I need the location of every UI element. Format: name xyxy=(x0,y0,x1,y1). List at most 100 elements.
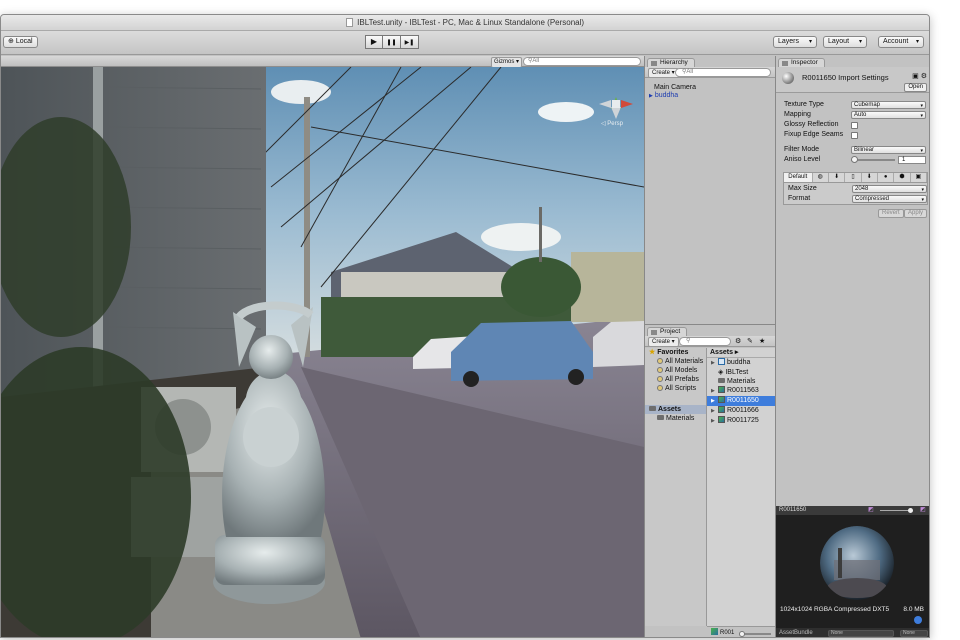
project-create-button[interactable]: Create ▾ xyxy=(648,337,679,347)
hierarchy-item-buddha[interactable]: ▶ buddha xyxy=(645,92,775,100)
chevron-down-icon: ▾ xyxy=(858,39,862,45)
revert-button[interactable]: Revert xyxy=(878,209,904,218)
hierarchy-tab-label: Hierarchy xyxy=(660,59,688,66)
icon-size-slider[interactable] xyxy=(741,633,771,635)
aniso-level-field[interactable]: 1 xyxy=(898,156,926,164)
layout-dropdown[interactable]: Layout ▾ xyxy=(823,36,867,48)
tab-android-platform[interactable]: ⬇ xyxy=(861,173,878,182)
search-icon xyxy=(657,358,663,364)
asset-item-buddha[interactable]: ▶ buddha xyxy=(707,358,776,368)
account-dropdown[interactable]: Account ▾ xyxy=(878,36,924,48)
hierarchy-search-input[interactable]: ⚲All xyxy=(675,68,771,77)
favorites-label: Favorites xyxy=(657,349,689,356)
tab-project[interactable]: Project xyxy=(647,327,688,336)
favorite-all-models[interactable]: All Models xyxy=(645,366,706,375)
cubemap-icon xyxy=(718,406,725,413)
expand-triangle-icon[interactable]: ▶ xyxy=(711,359,718,368)
tab-default-platform[interactable]: Default xyxy=(784,173,813,182)
favorite-all-scripts[interactable]: All Scripts xyxy=(645,384,706,393)
play-button[interactable]: ▶ xyxy=(365,35,383,49)
asset-item-ibltest[interactable]: ◈ IBLTest xyxy=(707,368,776,377)
asset-item-r0011563[interactable]: ▶ R0011563 xyxy=(707,386,776,396)
cubemap-preview-sphere[interactable] xyxy=(820,526,894,600)
filter-type-icon[interactable]: ⚙ xyxy=(735,337,741,345)
expand-triangle-icon[interactable]: ▶ xyxy=(711,397,718,406)
fixup-edge-seams-checkbox[interactable] xyxy=(851,132,858,139)
chevron-down-icon: ▾ xyxy=(915,39,919,45)
assetbundle-variant-dropdown[interactable]: None xyxy=(900,630,928,637)
expand-triangle-icon[interactable]: ▶ xyxy=(711,387,718,396)
folder-icon xyxy=(651,330,657,335)
chevron-down-icon: ▾ xyxy=(920,103,923,109)
filter-label-icon[interactable]: ✎ xyxy=(747,337,753,345)
persp-label[interactable]: ◁ Persp xyxy=(601,120,623,127)
layers-dropdown[interactable]: Layers ▾ xyxy=(773,36,817,48)
tab-standalone-platform[interactable]: ⬇ xyxy=(828,173,846,182)
chevron-down-icon: ▾ xyxy=(921,187,924,193)
gear-icon[interactable]: ⚙ xyxy=(921,73,927,80)
tree-materials-label: Materials xyxy=(666,415,695,422)
tab-ios-platform[interactable]: ▯ xyxy=(845,173,862,182)
mapping-dropdown[interactable]: Auto ▾ xyxy=(851,111,926,119)
pause-button[interactable]: ❚❚ xyxy=(383,35,401,49)
tree-materials-folder[interactable]: Materials xyxy=(645,414,706,423)
tab-hierarchy[interactable]: Hierarchy xyxy=(647,58,695,67)
apply-button[interactable]: Apply xyxy=(904,209,928,218)
project-toolbar: Create ▾ ⚲ ⚙ ✎ ★ xyxy=(645,336,775,347)
tab-html5-platform[interactable]: ⬢ xyxy=(894,173,911,182)
tag-icon[interactable] xyxy=(914,616,922,624)
format-dropdown[interactable]: Compressed ▾ xyxy=(852,195,927,203)
scene-search-input[interactable]: ⚲All xyxy=(523,57,641,66)
star-icon[interactable]: ★ xyxy=(759,337,765,345)
mip-slider-knob[interactable] xyxy=(908,508,913,513)
max-size-dropdown[interactable]: 2048 ▾ xyxy=(852,185,927,193)
step-button[interactable]: ▶❚ xyxy=(401,35,419,49)
asset-item-r0011725[interactable]: ▶ R0011725 xyxy=(707,416,776,426)
breadcrumb[interactable]: Assets ▸ xyxy=(707,348,776,358)
aniso-level-slider-knob[interactable] xyxy=(851,156,858,163)
asset-item-r0011650[interactable]: ▶ R0011650 xyxy=(707,396,776,406)
mapping-value: Auto xyxy=(854,112,867,118)
expand-triangle-icon[interactable]: ▶ xyxy=(711,407,718,416)
glossy-reflection-checkbox[interactable] xyxy=(851,122,858,129)
help-icon[interactable]: ▣ xyxy=(912,73,919,80)
window-title: IBLTest.unity - IBLTest - PC, Mac & Linu… xyxy=(357,18,585,27)
tab-blackberry-platform[interactable]: ● xyxy=(877,173,895,182)
asset-label: R0011725 xyxy=(727,417,759,424)
scene-viewport[interactable]: ◁ Persp xyxy=(1,67,644,637)
tree-assets-folder[interactable]: Assets xyxy=(645,405,706,414)
mip-large-icon[interactable]: ◩ xyxy=(920,506,926,515)
favorites-header[interactable]: ★ Favorites xyxy=(645,348,706,357)
assetbundle-label: AssetBundle xyxy=(779,630,813,636)
pivot-local-toggle[interactable]: ⊕ Local xyxy=(3,36,38,48)
mip-icon[interactable]: ◩ xyxy=(868,506,874,515)
hierarchy-item-main-camera[interactable]: Main Camera xyxy=(645,84,775,92)
open-button[interactable]: Open xyxy=(904,83,927,92)
texture-type-dropdown[interactable]: Cubemap ▾ xyxy=(851,101,926,109)
filter-mode-dropdown[interactable]: Bilinear ▾ xyxy=(851,146,926,154)
expand-triangle-icon[interactable]: ▶ xyxy=(649,93,653,99)
filter-mode-label: Filter Mode xyxy=(784,146,820,153)
scene-search-placeholder: All xyxy=(532,58,540,64)
tree-assets-label: Assets xyxy=(658,406,681,413)
preview-render xyxy=(820,526,894,600)
project-search-input[interactable]: ⚲ xyxy=(679,337,731,346)
asset-item-r0011666[interactable]: ▶ R0011666 xyxy=(707,406,776,416)
tab-web-platform[interactable]: ◍ xyxy=(812,173,829,182)
tab-inspector[interactable]: Inspector xyxy=(778,58,825,67)
expand-triangle-icon[interactable]: ▶ xyxy=(711,417,718,426)
favorite-all-prefabs[interactable]: All Prefabs xyxy=(645,375,706,384)
tab-tv-platform[interactable]: ▣ xyxy=(910,173,928,182)
icon-size-slider-knob[interactable] xyxy=(739,631,745,637)
layout-label: Layout xyxy=(828,38,850,45)
filter-mode-row: Filter Mode Bilinear ▾ xyxy=(776,145,929,155)
project-folder-tree: ★ Favorites All Materials All Models All… xyxy=(645,348,707,626)
cloud xyxy=(538,102,594,122)
utility-pole xyxy=(539,207,542,262)
project-footer: R001 xyxy=(707,626,776,637)
asset-label: IBLTest xyxy=(725,369,749,376)
asset-item-materials[interactable]: Materials xyxy=(707,377,776,386)
favorite-all-materials[interactable]: All Materials xyxy=(645,357,706,366)
inspector-header: R0011650 Import Settings ▣ ⚙ Open xyxy=(776,67,929,93)
assetbundle-name-dropdown[interactable]: None xyxy=(828,630,894,637)
